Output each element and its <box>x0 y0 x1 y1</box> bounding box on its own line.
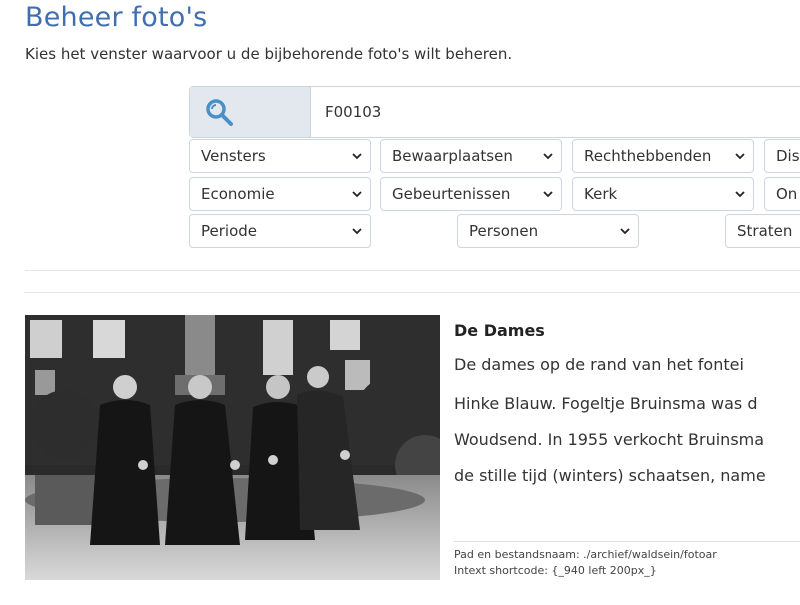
select-bewaarplaatsen[interactable]: Bewaarplaatsen <box>380 139 562 173</box>
page-title: Beheer foto's <box>25 2 208 33</box>
select-label: Periode <box>201 222 258 240</box>
search-input[interactable] <box>325 87 800 137</box>
select-label: Economie <box>201 185 275 203</box>
search-bar <box>189 86 800 138</box>
divider <box>25 292 800 293</box>
photo-image <box>25 315 440 580</box>
description-line: De dames op de rand van het fontei <box>454 355 744 374</box>
intext-shortcode: Intext shortcode: {_940 left 200px_} <box>454 564 657 577</box>
divider <box>25 270 800 271</box>
select-label: Rechthebbenden <box>584 147 712 165</box>
photo-title: De Dames <box>454 321 545 340</box>
chevron-down-icon <box>352 153 362 160</box>
select-label: Bewaarplaatsen <box>392 147 513 165</box>
select-label: Vensters <box>201 147 266 165</box>
file-path: Pad en bestandsnaam: ./archief/waldsein/… <box>454 548 717 561</box>
select-kerk[interactable]: Kerk <box>572 177 754 211</box>
chevron-down-icon <box>352 228 362 235</box>
chevron-down-icon <box>735 191 745 198</box>
select-dis[interactable]: Dis <box>764 139 800 173</box>
description-line: Hinke Blauw. Fogeltje Bruinsma was d <box>454 394 758 413</box>
chevron-down-icon <box>543 191 553 198</box>
select-on[interactable]: On <box>764 177 800 211</box>
select-label: On <box>776 185 798 203</box>
select-straten[interactable]: Straten <box>725 214 800 248</box>
select-vensters[interactable]: Vensters <box>189 139 371 173</box>
chevron-down-icon <box>352 191 362 198</box>
description-line: de stille tijd (winters) schaatsen, name <box>454 466 766 485</box>
page-subtitle: Kies het venster waarvoor u de bijbehore… <box>25 45 513 63</box>
select-rechthebbenden[interactable]: Rechthebbenden <box>572 139 754 173</box>
select-label: Gebeurtenissen <box>392 185 511 203</box>
chevron-down-icon <box>620 228 630 235</box>
description-line: Woudsend. In 1955 verkocht Bruinsma <box>454 430 765 449</box>
select-label: Kerk <box>584 185 618 203</box>
select-label: Dis <box>776 147 800 165</box>
divider <box>454 541 800 542</box>
select-personen[interactable]: Personen <box>457 214 639 248</box>
select-periode[interactable]: Periode <box>189 214 371 248</box>
photo-de-dames[interactable] <box>25 315 440 580</box>
select-label: Straten <box>737 222 793 240</box>
magnifier-icon <box>206 99 233 126</box>
select-gebeurtenissen[interactable]: Gebeurtenissen <box>380 177 562 211</box>
select-economie[interactable]: Economie <box>189 177 371 211</box>
select-label: Personen <box>469 222 539 240</box>
chevron-down-icon <box>543 153 553 160</box>
chevron-down-icon <box>735 153 745 160</box>
search-button[interactable] <box>190 87 311 137</box>
